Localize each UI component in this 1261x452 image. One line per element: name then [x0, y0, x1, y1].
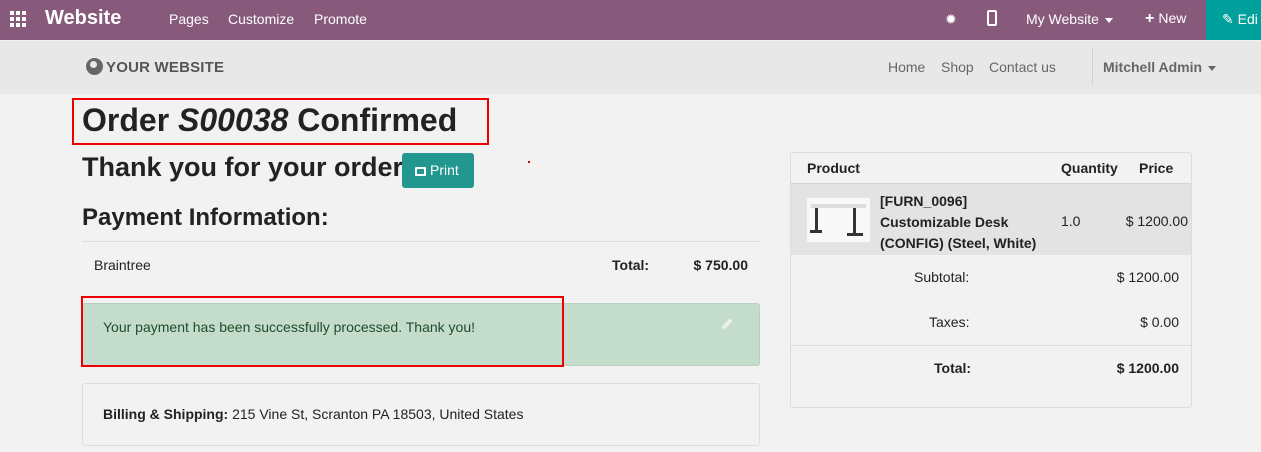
nav-divider [1092, 49, 1093, 85]
product-variant: (CONFIG) (Steel, White) [880, 235, 1037, 251]
admin-topbar: Website Pages Customize Promote ✹ My Web… [0, 0, 1261, 40]
print-button[interactable]: Print [402, 153, 474, 188]
bug-icon[interactable]: ✹ [945, 11, 957, 28]
payment-total-value: $ 750.00 [693, 257, 749, 273]
caret-down-icon [1104, 17, 1113, 23]
apps-grid-icon[interactable] [10, 11, 28, 27]
caret-down-icon [1208, 65, 1217, 71]
nav-home[interactable]: Home [888, 59, 925, 75]
order-summary-card: Product Quantity Price [FURN_0096] Custo… [790, 152, 1192, 408]
subtotal-value: $ 1200.00 [1116, 269, 1179, 285]
plus-icon: + [1145, 10, 1155, 27]
decorative-dot [528, 161, 530, 163]
my-website-dropdown[interactable]: My Website [1026, 11, 1113, 27]
menu-pages[interactable]: Pages [169, 11, 209, 27]
new-label: New [1158, 10, 1187, 26]
mobile-icon[interactable] [987, 10, 997, 26]
nav-shop[interactable]: Shop [941, 59, 974, 75]
menu-promote[interactable]: Promote [314, 11, 367, 27]
highlight-box-alert [81, 296, 564, 367]
logo-text: YOUR WEBSITE [106, 59, 225, 76]
table-row: [FURN_0096] Customizable Desk (CONFIG) (… [791, 183, 1191, 255]
globe-icon [86, 58, 103, 75]
edit-button[interactable]: ✎ Edi [1206, 0, 1261, 40]
printer-icon [415, 167, 426, 176]
billing-address: 215 Vine St, Scranton PA 18503, United S… [232, 406, 524, 422]
thank-you-heading: Thank you for your order. [82, 152, 410, 182]
subtotal-label: Subtotal: [914, 269, 970, 285]
col-header-product: Product [807, 160, 860, 176]
product-image [807, 198, 870, 242]
taxes-value: $ 0.00 [1140, 314, 1179, 330]
edit-label: Edi [1237, 11, 1258, 27]
total-value: $ 1200.00 [1116, 360, 1179, 376]
payment-total-label: Total: [612, 257, 650, 273]
product-title: Customizable Desk [880, 214, 1009, 230]
my-website-label: My Website [1026, 11, 1099, 27]
product-quantity: 1.0 [1061, 213, 1081, 229]
menu-customize[interactable]: Customize [228, 11, 294, 27]
payment-row: Braintree Total: $ 750.00 [82, 241, 760, 289]
website-header: YOUR WEBSITE Home Shop Contact us Mitche… [0, 41, 1261, 94]
pencil-icon[interactable] [721, 318, 733, 330]
payment-method: Braintree [94, 257, 151, 273]
total-label: Total: [934, 360, 972, 376]
new-button[interactable]: + New [1145, 10, 1186, 28]
col-header-price: Price [1139, 160, 1174, 176]
product-code: [FURN_0096] [880, 193, 968, 209]
taxes-label: Taxes: [929, 314, 970, 330]
app-brand[interactable]: Website [45, 7, 121, 30]
nav-contact-us[interactable]: Contact us [989, 59, 1056, 75]
payment-heading: Payment Information: [82, 204, 329, 231]
billing-shipping-box: Billing & Shipping: 215 Vine St, Scranto… [82, 383, 760, 446]
highlight-box-title [72, 98, 489, 145]
site-logo[interactable]: YOUR WEBSITE [86, 58, 224, 76]
billing-label: Billing & Shipping: [103, 406, 229, 422]
pencil-icon: ✎ [1222, 11, 1234, 27]
user-menu[interactable]: Mitchell Admin [1103, 59, 1217, 75]
print-label: Print [430, 162, 459, 178]
user-name: Mitchell Admin [1103, 59, 1203, 75]
col-header-quantity: Quantity [1061, 160, 1118, 176]
product-price: $ 1200.00 [1125, 213, 1188, 229]
product-name: [FURN_0096] Customizable Desk (CONFIG) (… [880, 191, 1050, 254]
divider [791, 345, 1191, 346]
billing-line: Billing & Shipping: 215 Vine St, Scranto… [103, 406, 523, 422]
